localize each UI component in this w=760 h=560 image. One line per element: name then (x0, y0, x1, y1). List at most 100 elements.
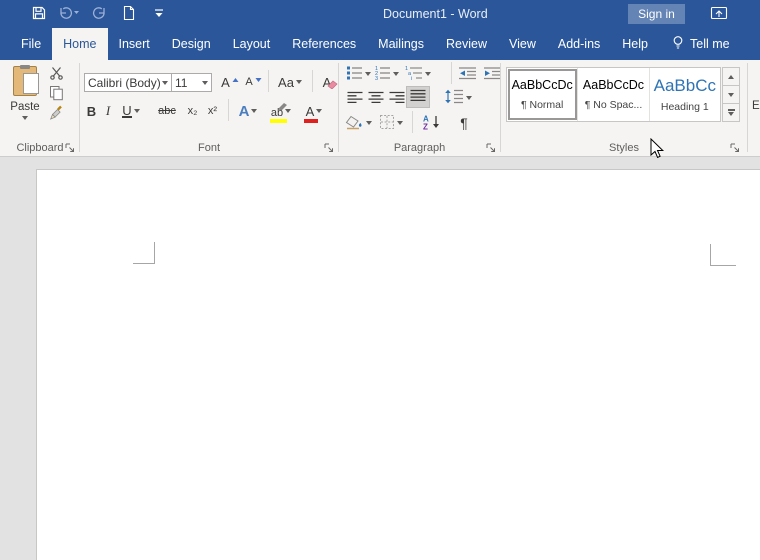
format-painter-button[interactable] (49, 105, 75, 123)
editing-group-button[interactable]: Editing (752, 100, 760, 112)
tab-addins[interactable]: Add-ins (547, 28, 611, 60)
style-card-heading1[interactable]: AaBbCc Heading 1 (649, 68, 720, 121)
borders-button[interactable] (376, 112, 406, 134)
styles-dialog-launcher[interactable] (729, 141, 741, 153)
numbering-icon: 1 2 3 (374, 65, 391, 83)
borders-icon (379, 114, 395, 133)
clipboard-dialog-launcher[interactable] (64, 141, 76, 153)
style-name: Heading 1 (660, 101, 709, 114)
window-title: Document1 - Word (383, 7, 488, 21)
styles-scroll-down-button[interactable] (722, 85, 740, 104)
styles-group: AaBbCcDc ¶ Normal AaBbCcDc ¶ No Spac... … (501, 60, 747, 156)
bold-button[interactable]: B (84, 100, 99, 122)
numbering-button[interactable]: 1 2 3 (372, 63, 400, 85)
decrease-indent-button[interactable] (457, 63, 478, 85)
sort-button[interactable]: A Z (419, 112, 445, 134)
multilevel-list-button[interactable]: 1 a i (402, 63, 432, 85)
grow-font-button[interactable]: A (220, 71, 240, 93)
text-effects-button[interactable]: A (234, 100, 262, 122)
save-icon (31, 5, 47, 24)
mouse-cursor (650, 137, 665, 165)
document-page[interactable] (36, 169, 760, 560)
tab-view[interactable]: View (498, 28, 547, 60)
copy-button[interactable] (49, 85, 75, 103)
clear-formatting-icon: A (323, 75, 338, 90)
change-case-button[interactable]: Aa (274, 71, 306, 93)
paste-dropdown-caret (22, 116, 28, 120)
text-effects-caret (251, 109, 258, 113)
font-color-button[interactable]: A (300, 100, 328, 123)
customize-qat-button[interactable] (144, 2, 174, 26)
ribbon-display-options-button[interactable] (708, 5, 730, 23)
font-size-combo[interactable]: 11 (171, 73, 212, 92)
align-left-button[interactable] (346, 88, 363, 110)
superscript-button[interactable]: x² (204, 100, 221, 122)
shading-button[interactable] (343, 112, 373, 134)
line-spacing-button[interactable] (443, 87, 473, 109)
font-size-value: 11 (175, 75, 188, 90)
pilcrow-icon: ¶ (460, 115, 468, 131)
customize-qat-icon (153, 7, 165, 22)
tab-file[interactable]: File (10, 28, 52, 60)
align-center-button[interactable] (367, 88, 384, 110)
tab-review[interactable]: Review (435, 28, 498, 60)
subscript-button[interactable]: x₂ (184, 100, 201, 122)
styles-scroll-up-button[interactable] (722, 67, 740, 86)
style-card-normal[interactable]: AaBbCcDc ¶ Normal (507, 68, 579, 121)
font-divider (228, 99, 229, 121)
font-family-combo[interactable]: Calibri (Body) (84, 73, 172, 92)
style-sample: AaBbCcDc (582, 77, 645, 92)
tab-mailings[interactable]: Mailings (367, 28, 435, 60)
style-sample: AaBbCcDc (511, 77, 573, 92)
shrink-font-arrow-icon (255, 71, 262, 86)
paste-button[interactable]: Paste (3, 62, 47, 140)
font-group-label: Font (197, 142, 220, 154)
align-left-icon (347, 91, 363, 107)
styles-scrollbar (722, 67, 740, 122)
clear-formatting-button[interactable]: A (316, 71, 338, 93)
tab-layout[interactable]: Layout (222, 28, 282, 60)
tab-insert[interactable]: Insert (108, 28, 161, 60)
justify-button[interactable] (406, 86, 430, 108)
redo-button[interactable] (84, 2, 114, 26)
undo-button[interactable] (54, 2, 84, 26)
style-name: ¶ No Spac... (584, 99, 643, 112)
italic-button[interactable]: I (102, 100, 114, 122)
tab-home[interactable]: Home (52, 28, 108, 60)
paragraph-dialog-launcher[interactable] (485, 141, 497, 153)
grow-font-arrow-icon (232, 71, 239, 86)
underline-caret (133, 109, 140, 113)
save-button[interactable] (24, 2, 54, 26)
tell-me-box[interactable]: Tell me (659, 28, 730, 60)
underline-button[interactable]: U (118, 100, 144, 122)
shading-caret (365, 121, 372, 125)
up-caret-icon (728, 74, 734, 79)
paragraph-group-label: Paragraph (393, 142, 446, 154)
lightbulb-icon (671, 35, 685, 53)
style-card-no-spacing[interactable]: AaBbCcDc ¶ No Spac... (578, 68, 650, 121)
highlight-button[interactable]: ab (266, 100, 296, 123)
new-document-button[interactable] (114, 2, 144, 26)
word-window: Document1 - Word Sign in File Home Inser… (0, 0, 760, 560)
strikethrough-button[interactable]: abc (154, 100, 180, 122)
styles-more-button[interactable] (722, 103, 740, 122)
justify-icon (410, 89, 426, 105)
font-size-caret (202, 80, 208, 85)
sign-in-button[interactable]: Sign in (628, 4, 685, 24)
paragraph-divider (412, 111, 413, 133)
shrink-font-button[interactable]: A (244, 71, 263, 93)
font-dialog-launcher[interactable] (323, 141, 335, 153)
style-name: ¶ Normal (520, 99, 564, 112)
highlight-icon: ab (269, 102, 287, 123)
bullets-button[interactable] (344, 63, 372, 85)
tab-design[interactable]: Design (161, 28, 222, 60)
tell-me-label: Tell me (690, 37, 730, 51)
align-right-button[interactable] (388, 88, 405, 110)
cut-button[interactable] (49, 65, 75, 83)
font-family-value: Calibri (Body) (88, 75, 161, 90)
tab-references[interactable]: References (281, 28, 367, 60)
document-area (0, 157, 760, 560)
show-hide-pilcrow-button[interactable]: ¶ (454, 112, 474, 134)
clipboard-group: Paste Clipboard (1, 60, 79, 156)
tab-help[interactable]: Help (611, 28, 659, 60)
